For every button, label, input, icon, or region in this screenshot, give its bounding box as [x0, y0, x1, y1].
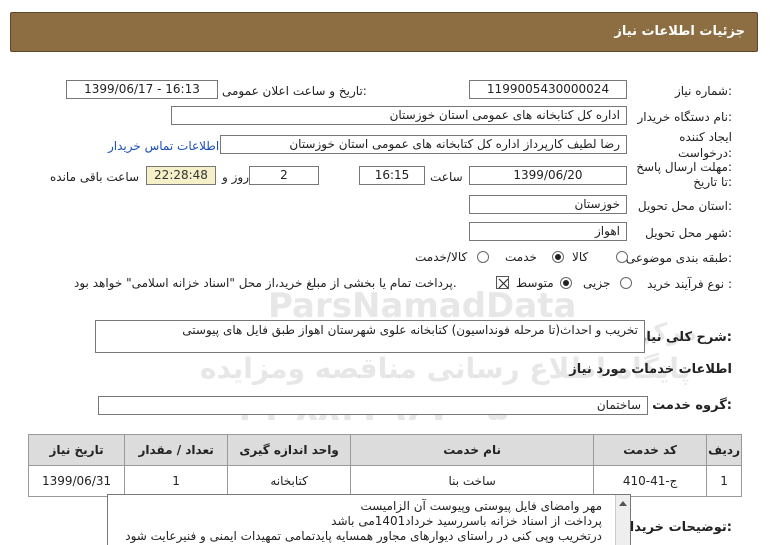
notes-scrollbar[interactable]	[615, 495, 630, 545]
col-row: ردیف	[706, 434, 742, 466]
summary-label: شرح کلی نیاز:	[638, 330, 732, 345]
buyer-note-line: پرداخت از اسناد خزانه باسررسید خرداد1401…	[331, 514, 602, 528]
creator-label-1: ایجاد کننده	[679, 130, 732, 144]
announce-datetime-field: 1399/06/17 - 16:13	[66, 80, 218, 99]
col-need-date: تاریخ نیاز	[27, 434, 126, 466]
col-service-name: نام خدمت	[350, 434, 595, 466]
page-title: جزئیات اطلاعات نیاز	[614, 24, 745, 39]
service-group-label: گروه خدمت:	[652, 398, 732, 413]
col-quantity: تعداد / مقدار	[124, 434, 229, 466]
days-field: 2	[249, 166, 319, 185]
need-number-label: شماره نیاز:	[674, 84, 732, 98]
services-table: ردیف کد خدمت نام خدمت واحد اندازه گیری ت…	[27, 434, 742, 497]
col-service-code: کد خدمت	[593, 434, 708, 466]
category-radio-goods[interactable]	[616, 251, 628, 263]
buyer-note-line: مهر وامضای فایل پیوستی وپیوست آن الزامیس…	[360, 499, 602, 513]
deadline-date-field: 1399/06/20	[469, 166, 627, 185]
treasury-payment-checkbox[interactable]	[496, 276, 509, 289]
deadline-label-2: تا تاریخ:	[693, 175, 732, 189]
buyer-label: نام دستگاه خریدار:	[637, 110, 733, 124]
panel-title-bar: جزئیات اطلاعات نیاز	[10, 12, 758, 52]
province-label: استان محل تحویل:	[637, 199, 732, 213]
cell-service-code: ج-41-410	[593, 465, 708, 497]
table-row: 1 ج-41-410 ساخت بنا کتابخانه 1 1399/06/3…	[27, 465, 742, 497]
announce-label: تاریخ و ساعت اعلان عمومی:	[222, 84, 367, 98]
remaining-time-label: ساعت باقی مانده	[50, 170, 140, 184]
summary-box: تخریب و احداث(تا مرحله فونداسیون) کتابخا…	[95, 320, 645, 353]
services-table-header: ردیف کد خدمت نام خدمت واحد اندازه گیری ت…	[27, 434, 742, 466]
city-field: اهواز	[469, 222, 627, 241]
buyer-note-line: درتخریب وپی کنی در راستای دیوارهای مجاور…	[125, 529, 602, 543]
buyer-field: اداره کل کتابخانه های عمومی استان خوزستا…	[171, 106, 627, 125]
category-option-goods-service: کالا/خدمت	[415, 250, 468, 264]
scroll-up-arrow-icon[interactable]	[616, 497, 630, 509]
creator-field: رضا لطیف کارپرداز اداره کل کتابخانه های …	[220, 135, 627, 154]
services-section-title: اطلاعات خدمات مورد نیاز	[569, 362, 732, 377]
cell-unit: کتابخانه	[227, 465, 352, 497]
province-field: خوزستان	[469, 195, 627, 214]
buyer-contact-link[interactable]: اطلاعات تماس خریدار	[108, 139, 219, 153]
process-radio-medium[interactable]	[560, 277, 572, 289]
remaining-time-field: 22:28:48	[146, 166, 216, 185]
deadline-label-1: مهلت ارسال پاسخ:	[636, 160, 732, 174]
cell-row: 1	[706, 465, 742, 497]
cell-quantity: 1	[124, 465, 229, 497]
category-radio-service[interactable]	[552, 251, 564, 263]
process-option-medium: متوسط	[516, 276, 554, 290]
category-option-service: خدمت	[505, 250, 537, 264]
deadline-time-field: 16:15	[359, 166, 425, 185]
need-number-field: 1199005430000024	[469, 80, 627, 99]
buyer-notes-textarea[interactable]: مهر وامضای فایل پیوستی وپیوست آن الزامیس…	[107, 494, 631, 545]
buyer-notes-label: توضیحات خریدار:	[622, 520, 732, 535]
summary-text: تخریب و احداث(تا مرحله فونداسیون) کتابخا…	[182, 323, 638, 337]
cell-service-name: ساخت بنا	[350, 465, 595, 497]
days-label: روز و	[222, 170, 249, 184]
payment-note: پرداخت تمام یا بخشی از مبلغ خرید،از محل …	[74, 276, 457, 290]
deadline-time-label: ساعت	[430, 170, 463, 184]
cell-need-date: 1399/06/31	[27, 465, 126, 497]
service-group-field: ساختمان	[98, 396, 648, 415]
city-label: شهر محل تحویل:	[645, 226, 732, 240]
category-radio-goods-service[interactable]	[477, 251, 489, 263]
category-label: طبقه بندی موضوعی:	[625, 251, 732, 265]
checkbox-cross-icon	[498, 278, 509, 289]
process-option-minor: جزیی	[583, 276, 611, 290]
creator-label-2: درخواست:	[678, 146, 732, 160]
category-option-goods: کالا	[572, 250, 589, 264]
process-label: نوع فرآیند خرید :	[647, 277, 732, 291]
process-radio-minor[interactable]	[620, 277, 632, 289]
col-unit: واحد اندازه گیری	[227, 434, 352, 466]
